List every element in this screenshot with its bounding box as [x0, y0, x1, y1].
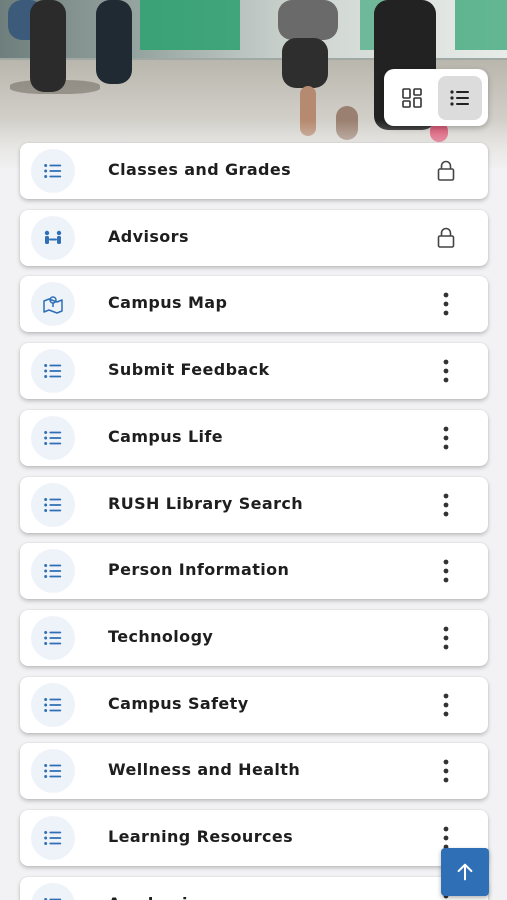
more-vertical-icon — [443, 359, 449, 383]
list-item-campus-safety[interactable]: Campus Safety — [20, 677, 488, 733]
lock-icon — [430, 224, 462, 252]
list-item-classes-and-grades[interactable]: Classes and Grades — [20, 143, 488, 199]
list-item-label: Academics — [108, 894, 208, 900]
list-item-technology[interactable]: Technology — [20, 610, 488, 666]
list-icon — [31, 749, 75, 793]
list-item-wellness-and-health[interactable]: Wellness and Health — [20, 743, 488, 799]
list-item-label: Campus Safety — [108, 694, 249, 713]
list-icon — [31, 416, 75, 460]
more-options-button[interactable] — [430, 557, 462, 585]
more-vertical-icon — [443, 759, 449, 783]
hero-banner — [140, 0, 240, 50]
list-item-label: Campus Life — [108, 427, 224, 446]
view-toggle — [384, 69, 488, 126]
more-vertical-icon — [443, 493, 449, 517]
lock-icon — [437, 227, 455, 248]
lock-icon — [437, 160, 455, 181]
list-item-learning-resources[interactable]: Learning Resources — [20, 810, 488, 866]
list-item-label: Submit Feedback — [108, 360, 270, 379]
list-item-rush-library-search[interactable]: RUSH Library Search — [20, 477, 488, 533]
list-item-label: RUSH Library Search — [108, 494, 304, 513]
list-item-label: Advisors — [108, 227, 189, 246]
hero-person — [278, 0, 338, 40]
list-icon — [31, 149, 75, 193]
more-vertical-icon — [443, 693, 449, 717]
hero-person — [30, 0, 66, 92]
more-options-button[interactable] — [430, 290, 462, 318]
list-item-label: Campus Map — [108, 293, 228, 312]
list-item-advisors[interactable]: Advisors — [20, 210, 488, 266]
more-vertical-icon — [443, 292, 449, 316]
list-view-button[interactable] — [438, 75, 482, 120]
more-options-button[interactable] — [430, 757, 462, 785]
grid-icon — [402, 87, 422, 108]
list-icon — [31, 816, 75, 860]
hero-banner — [455, 0, 507, 50]
more-options-button[interactable] — [430, 691, 462, 719]
list-item-campus-life[interactable]: Campus Life — [20, 410, 488, 466]
list-item-label: Person Information — [108, 560, 290, 579]
list-icon — [450, 89, 469, 106]
list-icon — [31, 683, 75, 727]
list-item-label: Learning Resources — [108, 827, 294, 846]
list-icon — [31, 349, 75, 393]
list-icon — [31, 616, 75, 660]
arrow-up-icon — [457, 863, 473, 881]
list-item-label: Technology — [108, 627, 214, 646]
list-item-label: Wellness and Health — [108, 760, 301, 779]
list-icon — [31, 549, 75, 593]
more-options-button[interactable] — [430, 424, 462, 452]
hero-person — [96, 0, 132, 84]
grid-view-button[interactable] — [390, 76, 434, 120]
more-vertical-icon — [443, 426, 449, 450]
list-item-submit-feedback[interactable]: Submit Feedback — [20, 343, 488, 399]
scroll-to-top-button[interactable] — [441, 848, 489, 896]
list-item-campus-map[interactable]: Campus Map — [20, 276, 488, 332]
more-vertical-icon — [443, 626, 449, 650]
people-icon — [31, 216, 75, 260]
map-icon — [31, 282, 75, 326]
list-item-label: Classes and Grades — [108, 160, 292, 179]
list-icon — [31, 883, 75, 900]
lock-icon — [430, 157, 462, 185]
more-options-button[interactable] — [430, 357, 462, 385]
more-vertical-icon — [443, 559, 449, 583]
list-item-person-information[interactable]: Person Information — [20, 543, 488, 599]
list-item-academics[interactable]: Academics — [20, 877, 488, 900]
list-icon — [31, 483, 75, 527]
hero-person — [282, 38, 328, 88]
more-options-button[interactable] — [430, 624, 462, 652]
more-options-button[interactable] — [430, 491, 462, 519]
